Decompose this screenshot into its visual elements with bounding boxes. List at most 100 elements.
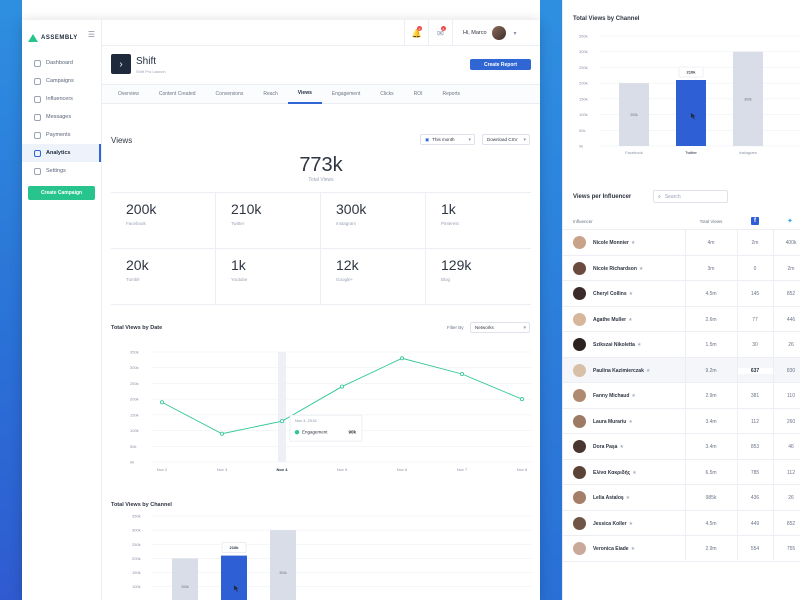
sidebar-item-label: Influencers	[46, 96, 73, 102]
background-gradient-middle	[540, 0, 562, 600]
data-point[interactable]	[220, 431, 225, 436]
star-icon[interactable]: ★	[637, 342, 641, 348]
star-icon[interactable]: ★	[632, 470, 636, 476]
table-row[interactable]: Nicole Monnier ★ 4m 2m 400k	[563, 230, 800, 256]
table-row[interactable]: Jessica Koller ★ 4.5m 449 852	[563, 511, 800, 536]
tab-roi[interactable]: ROI	[404, 84, 433, 104]
column-divider	[737, 230, 738, 560]
messages-icon[interactable]: ✉ 4	[428, 20, 452, 46]
bar-facebook[interactable]	[172, 558, 198, 600]
sidebar-item-campaigns[interactable]: Campaigns	[22, 72, 101, 90]
sidebar-item-settings[interactable]: Settings	[22, 162, 101, 180]
tab-conversions[interactable]: Conversions	[206, 84, 254, 104]
y-tick-label: 50k	[130, 444, 136, 449]
star-icon[interactable]: ★	[626, 495, 630, 501]
influencer-name: Paulina Kazimierczak	[593, 367, 644, 374]
y-tick-label: 50k	[579, 128, 585, 133]
table-row[interactable]: Paulina Kazimierczak ★ 9.2m 637 830	[563, 357, 800, 383]
sidebar-item-influencers[interactable]: Influencers	[22, 90, 101, 108]
download-csv-select[interactable]: Download CSV ▾	[482, 134, 530, 145]
tab-views[interactable]: Views	[287, 84, 322, 104]
twitter-views-cell: 260	[786, 418, 796, 425]
twitter-views-cell: 2m	[787, 265, 795, 272]
column-total-views: Total Views	[699, 219, 723, 224]
tab-reach[interactable]: Reach	[253, 84, 287, 104]
star-icon[interactable]: ★	[628, 317, 632, 323]
influencer-name: Cheryl Collins	[593, 291, 627, 297]
table-row[interactable]: Szikszai Nikoletta ★ 1.5m 30 26	[563, 332, 800, 358]
network-filter-select[interactable]: Networks ▾	[470, 322, 530, 333]
table-row[interactable]: Dora Paşa ★ 3.4m 853 46	[563, 434, 800, 460]
sidebar-item-payments[interactable]: Payments	[22, 126, 101, 144]
date-range-select[interactable]: ▣ This month ▾	[420, 134, 475, 145]
sidebar-item-analytics[interactable]: Analytics	[22, 144, 101, 162]
notifications-icon[interactable]: 🔔 3	[404, 20, 428, 46]
total-views-cell: 4.5m	[705, 291, 717, 297]
create-report-button[interactable]: Create Report	[470, 59, 531, 70]
twitter-views-cell: 46	[788, 444, 794, 450]
legend-dot	[294, 429, 300, 435]
bar-instagram[interactable]	[270, 530, 296, 600]
x-tick-label: Facebook	[625, 150, 643, 155]
y-tick-label: 300k	[579, 49, 588, 54]
sidebar-item-messages[interactable]: Messages	[22, 108, 101, 126]
sidebar-nav: Dashboard Campaigns Influencers Messages Pay…	[22, 54, 101, 180]
data-point[interactable]	[459, 371, 464, 376]
tab-content-created[interactable]: Content Created	[149, 84, 206, 104]
stat-blog: 129k Blog	[426, 249, 531, 305]
data-point[interactable]	[519, 397, 524, 402]
create-campaign-button[interactable]: Create Campaign	[28, 186, 95, 200]
data-point[interactable]	[160, 400, 165, 405]
user-menu[interactable]: Hi, Marco ▾	[452, 20, 540, 46]
table-row[interactable]: Cheryl Collins ★ 4.5m 145 852	[563, 281, 800, 307]
table-row[interactable]: Veronica Eiade ★ 2.9m 554 755	[563, 536, 800, 562]
influencer-name: Ελίνα Κακριδής	[593, 469, 631, 476]
sidebar-item-dashboard[interactable]: Dashboard	[22, 54, 101, 72]
twitter-views-cell: 446	[786, 316, 796, 323]
star-icon[interactable]: ★	[639, 266, 643, 272]
bar-twitter[interactable]	[221, 555, 247, 600]
tab-engagement[interactable]: Engagement	[322, 84, 370, 104]
avatar	[573, 516, 586, 530]
star-icon[interactable]: ★	[629, 291, 633, 297]
table-row[interactable]: Ελίνα Κακριδής ★ 6.5m 785 112	[563, 460, 800, 485]
tab-overview[interactable]: Overview	[108, 84, 149, 104]
tab-clicks[interactable]: Clicks	[370, 84, 403, 104]
star-icon[interactable]: ★	[629, 521, 633, 527]
table-row[interactable]: Fanny Michaud ★ 2.9m 381 110	[563, 383, 800, 409]
star-icon[interactable]: ★	[631, 240, 635, 246]
avatar	[573, 287, 586, 300]
data-point[interactable]	[399, 356, 404, 361]
dashboard-window: ASSEMBLY ☰ Dashboard Campaigns Influencers…	[22, 20, 540, 600]
right-chart-title: Total Views by Channel	[573, 16, 640, 22]
facebook-views-cell: 112	[751, 418, 759, 425]
table-row[interactable]: Agathe Muller ★ 2.6m 77 446	[563, 307, 800, 332]
y-tick-label: 200k	[130, 397, 139, 402]
tab-reports[interactable]: Reports	[432, 84, 470, 104]
star-icon[interactable]: ★	[646, 368, 650, 374]
twitter-views-cell: 110	[787, 393, 795, 399]
filter-by-label: Filter By	[447, 325, 464, 330]
table-row[interactable]: Nicole Richardson ★ 3m 0 2m	[563, 256, 800, 281]
sidebar-item-label: Campaigns	[46, 78, 74, 84]
data-point[interactable]	[279, 419, 284, 424]
table-row[interactable]: Lelia Astaloş ★ 985k 436 26	[563, 485, 800, 511]
total-views-cell: 3.4m	[705, 418, 717, 425]
star-icon[interactable]: ★	[619, 444, 623, 450]
star-icon[interactable]: ★	[631, 546, 635, 552]
twitter-icon[interactable]: ✦	[787, 217, 793, 225]
search-input[interactable]: ⌕ Search	[653, 190, 728, 203]
x-tick-label: Nov 3	[217, 467, 228, 472]
collapse-sidebar-icon[interactable]: ☰	[88, 30, 95, 39]
x-tick-label: Nov 5	[337, 467, 348, 472]
chevron-down-icon: ▾	[523, 136, 526, 143]
total-views-cell: 6.5m	[705, 469, 717, 476]
facebook-views-cell: 0	[753, 265, 757, 272]
influencer-name: Dora Paşa	[593, 444, 618, 450]
data-point[interactable]	[339, 384, 344, 389]
facebook-icon[interactable]: f	[751, 217, 759, 225]
table-row[interactable]: Laura Murariu ★ 3.4m 112 260	[563, 409, 800, 434]
y-tick-label: 350k	[579, 34, 588, 39]
star-icon[interactable]: ★	[628, 419, 632, 425]
star-icon[interactable]: ★	[631, 393, 635, 399]
